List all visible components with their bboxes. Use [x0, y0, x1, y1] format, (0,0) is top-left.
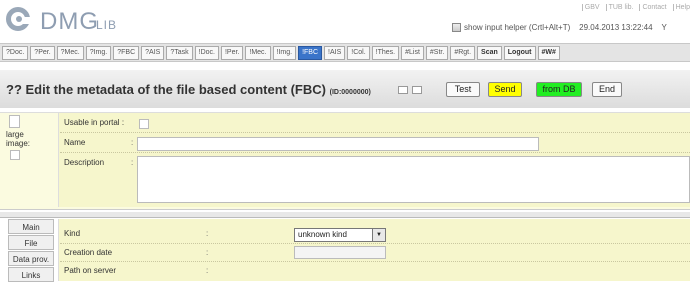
- section-divider: [0, 212, 690, 218]
- row-divider: [60, 152, 690, 153]
- name-label: Name: [64, 138, 86, 147]
- large-image-label: large image:: [6, 130, 31, 148]
- helper-label: show input helper (Crtl+Alt+T): [464, 23, 571, 32]
- description-label: Description: [64, 158, 105, 167]
- tab-logout[interactable]: Logout: [503, 46, 536, 60]
- usable-in-portal-label: Usable in portal :: [64, 118, 125, 127]
- logo-sub: LIB: [96, 18, 118, 32]
- top-links: GBV TUB lib. Contact Help: [576, 4, 690, 11]
- tab-new-mec[interactable]: !Mec.: [245, 46, 271, 60]
- kind-select[interactable]: unknown kind ▼: [294, 228, 386, 242]
- name-colon: :: [131, 138, 134, 147]
- side-tab-file[interactable]: File: [8, 235, 54, 250]
- creation-date-label: Creation date: [64, 248, 113, 257]
- input-helper: show input helper (Crtl+Alt+T) 29.04.201…: [452, 23, 667, 32]
- helper-checkbox[interactable]: [452, 23, 461, 32]
- tab-list[interactable]: #List: [401, 46, 424, 60]
- tab-new-fbc[interactable]: !FBC: [298, 46, 323, 60]
- toggle-box-2[interactable]: [412, 86, 422, 94]
- description-textarea[interactable]: [137, 156, 690, 203]
- tab-scan[interactable]: Scan: [477, 46, 502, 60]
- end-button[interactable]: End: [592, 82, 622, 97]
- tab-rgt[interactable]: #Rgt.: [450, 46, 476, 60]
- chevron-down-icon[interactable]: ▼: [372, 229, 385, 241]
- tab-w[interactable]: #W#: [537, 46, 560, 60]
- image-preview-icon[interactable]: [9, 115, 20, 128]
- kind-colon: :: [206, 229, 209, 238]
- toggle-box-1[interactable]: [398, 86, 408, 94]
- from-db-button[interactable]: from DB: [536, 82, 582, 97]
- tab-new-doc[interactable]: !Doc.: [194, 46, 219, 60]
- tab-search-per[interactable]: ?Per.: [30, 46, 55, 60]
- path-on-server-colon: :: [206, 266, 209, 275]
- page-title: ?? Edit the metadata of the file based c…: [6, 82, 371, 97]
- kind-select-value: unknown kind: [298, 230, 347, 239]
- usable-in-portal-checkbox[interactable]: [139, 119, 149, 129]
- logo-dot-icon: [16, 16, 22, 22]
- tab-search-doc[interactable]: ?Doc.: [2, 46, 29, 60]
- tab-search-task[interactable]: ?Task: [166, 46, 193, 60]
- path-on-server-label: Path on server: [64, 266, 117, 275]
- row-divider: [60, 243, 690, 244]
- tab-search-fbc[interactable]: ?FBC: [113, 46, 140, 60]
- creation-date-colon: :: [206, 248, 209, 257]
- top-link-contact[interactable]: Contact: [639, 4, 667, 11]
- datetime: 29.04.2013 13:22:44: [579, 23, 653, 32]
- help-icon[interactable]: ??: [6, 82, 22, 97]
- tab-bar: ?Doc. ?Per. ?Mec. ?Img. ?FBC ?AIS ?Task !Doc. !P…: [0, 43, 690, 62]
- creation-date-input[interactable]: [294, 246, 386, 259]
- row-divider: [60, 132, 690, 133]
- side-tab-links[interactable]: Links: [8, 267, 54, 282]
- send-button[interactable]: Send: [488, 82, 522, 97]
- tab-search-img[interactable]: ?Img.: [85, 46, 112, 60]
- datetime-suffix: Y: [661, 23, 667, 32]
- tab-new-ais[interactable]: !AIS: [324, 46, 346, 60]
- kind-label: Kind: [64, 229, 81, 238]
- tab-new-per[interactable]: !Per.: [220, 46, 244, 60]
- tab-search-mec[interactable]: ?Mec.: [56, 46, 84, 60]
- test-button[interactable]: Test: [446, 82, 480, 97]
- tab-new-img[interactable]: !Img.: [272, 46, 297, 60]
- top-link-help[interactable]: Help: [672, 4, 690, 11]
- top-link-gbv[interactable]: GBV: [581, 4, 600, 11]
- large-image-checkbox[interactable]: [10, 150, 20, 160]
- side-tab-data-prov[interactable]: Data prov.: [8, 251, 54, 266]
- tab-new-col[interactable]: !Col.: [347, 46, 370, 60]
- side-tab-main[interactable]: Main: [8, 219, 54, 234]
- name-input[interactable]: [137, 137, 539, 151]
- tab-search-ais[interactable]: ?AIS: [141, 46, 165, 60]
- top-link-tub[interactable]: TUB lib.: [605, 4, 634, 11]
- tab-str[interactable]: #Str.: [425, 46, 449, 60]
- record-id: (ID:0000000): [329, 89, 371, 96]
- row-divider: [60, 261, 690, 262]
- page-title-text: Edit the metadata of the file based cont…: [25, 82, 326, 97]
- logo-main: DMG: [40, 8, 99, 35]
- tab-new-thes[interactable]: !Thes.: [371, 46, 400, 60]
- description-colon: :: [131, 158, 134, 167]
